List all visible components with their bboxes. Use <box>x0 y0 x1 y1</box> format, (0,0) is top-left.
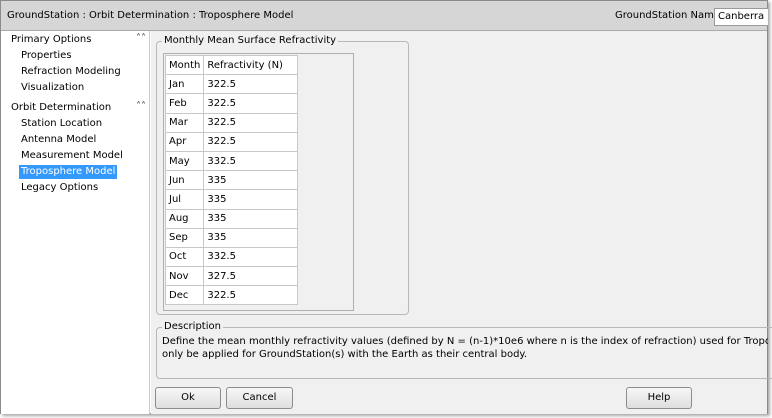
sidebar-item-visualization[interactable]: Visualization <box>19 81 86 95</box>
double-chevron-up-icon[interactable]: ˄˄ <box>136 101 146 112</box>
section-primary-options[interactable]: Primary Options <box>11 34 91 45</box>
month-cell: Sep <box>164 227 205 248</box>
month-cell: Oct <box>164 246 205 268</box>
refractivity-table: Month Refractivity (N) Jan 322.5 Feb 322.5… <box>164 54 299 306</box>
refractivity-cell[interactable]: 322.5 <box>203 112 299 133</box>
sidebar-item-properties[interactable]: Properties <box>19 49 74 63</box>
table-row[interactable]: Jul 335 <box>164 189 299 210</box>
refractivity-cell[interactable]: 332.5 <box>203 150 299 172</box>
refractivity-cell[interactable]: 335 <box>203 227 299 248</box>
table-row[interactable]: Oct 332.5 <box>164 246 299 268</box>
table-row[interactable]: Sep 335 <box>164 227 299 248</box>
refractivity-cell[interactable]: 322.5 <box>203 93 299 114</box>
section-orbit-determination[interactable]: Orbit Determination <box>11 102 111 113</box>
month-cell: Jun <box>164 170 205 191</box>
refractivity-group: Monthly Mean Surface Refractivity Month … <box>156 35 409 315</box>
sidebar-item-antenna-model[interactable]: Antenna Model <box>19 133 98 147</box>
refractivity-cell[interactable]: 335 <box>203 170 299 191</box>
description-line-2: only be applied for GroundStation(s) wit… <box>162 348 528 360</box>
groundstation-name-field[interactable]: Canberra <box>714 8 768 26</box>
table-row[interactable]: Nov 327.5 <box>164 266 299 287</box>
refractivity-group-title: Monthly Mean Surface Refractivity <box>162 35 339 46</box>
month-cell: Nov <box>164 266 205 287</box>
column-header-refractivity[interactable]: Refractivity (N) <box>203 54 299 76</box>
table-row[interactable]: Aug 335 <box>164 208 299 229</box>
content-panel: Monthly Mean Surface Refractivity Month … <box>151 31 772 414</box>
description-text: Define the mean monthly refractivity val… <box>162 336 768 361</box>
groundstation-name-label: GroundStation Name <box>615 10 721 21</box>
sidebar-item-refraction-modeling[interactable]: Refraction Modeling <box>19 65 123 79</box>
description-group: Description Define the mean monthly refr… <box>156 321 772 379</box>
table-row[interactable]: Jan 322.5 <box>164 74 299 95</box>
description-line-1: Define the mean monthly refractivity val… <box>162 336 768 347</box>
month-cell: May <box>164 150 205 172</box>
month-cell: Apr <box>164 131 205 152</box>
refractivity-cell[interactable]: 335 <box>203 189 299 210</box>
refractivity-cell[interactable]: 322.5 <box>203 74 299 95</box>
sidebar-item-station-location[interactable]: Station Location <box>19 117 104 131</box>
refractivity-cell[interactable]: 335 <box>203 208 299 229</box>
double-chevron-up-icon[interactable]: ˄˄ <box>136 33 146 44</box>
sidebar: Primary Options ˄˄ Properties Refraction… <box>1 31 150 414</box>
table-row[interactable]: Feb 322.5 <box>164 93 299 114</box>
refractivity-cell[interactable]: 322.5 <box>203 285 299 306</box>
column-header-month[interactable]: Month <box>164 54 205 76</box>
ok-button[interactable]: Ok <box>155 387 221 409</box>
window-title: GroundStation : Orbit Determination : Tr… <box>7 10 294 21</box>
dialog-window: GroundStation : Orbit Determination : Tr… <box>0 0 772 414</box>
table-row[interactable]: Dec 322.5 <box>164 285 299 306</box>
table-row[interactable]: Jun 335 <box>164 170 299 191</box>
month-cell: Mar <box>164 112 205 133</box>
sidebar-item-troposphere-model[interactable]: Troposphere Model <box>19 165 118 179</box>
sidebar-item-legacy-options[interactable]: Legacy Options <box>19 181 100 195</box>
refractivity-table-area: Month Refractivity (N) Jan 322.5 Feb 322.5… <box>163 53 354 311</box>
month-cell: Jan <box>164 74 205 95</box>
description-title: Description <box>162 321 223 332</box>
table-row[interactable]: May 332.5 <box>164 150 299 172</box>
month-cell: Aug <box>164 208 205 229</box>
table-row[interactable]: Apr 322.5 <box>164 131 299 152</box>
help-button[interactable]: Help <box>626 387 692 409</box>
month-cell: Jul <box>164 189 205 210</box>
refractivity-cell[interactable]: 322.5 <box>203 131 299 152</box>
sidebar-item-measurement-model[interactable]: Measurement Model <box>19 149 125 163</box>
month-cell: Feb <box>164 93 205 114</box>
refractivity-cell[interactable]: 327.5 <box>203 266 299 287</box>
refractivity-cell[interactable]: 332.5 <box>203 246 299 268</box>
month-cell: Dec <box>164 285 205 306</box>
table-row[interactable]: Mar 322.5 <box>164 112 299 133</box>
title-bar: GroundStation : Orbit Determination : Tr… <box>1 1 768 31</box>
cancel-button[interactable]: Cancel <box>226 387 293 409</box>
